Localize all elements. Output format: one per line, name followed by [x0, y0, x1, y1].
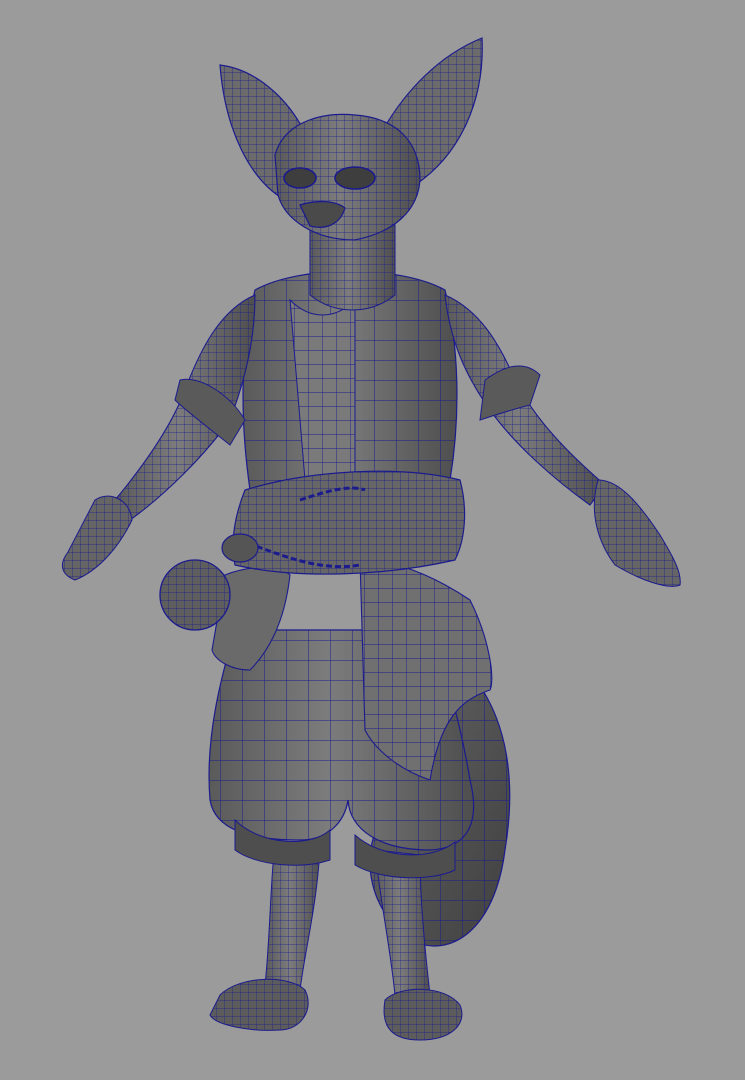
left-leg-mesh	[209, 839, 321, 1031]
modeling-viewport[interactable]	[0, 0, 745, 1080]
character-wireframe-render	[61, 37, 681, 1041]
right-arm-mesh	[444, 294, 681, 587]
left-arm-mesh	[61, 294, 256, 581]
belt-mesh	[232, 470, 466, 575]
head-mesh	[274, 113, 421, 241]
left-eye-mesh	[283, 167, 317, 189]
right-eye-mesh	[334, 166, 376, 190]
